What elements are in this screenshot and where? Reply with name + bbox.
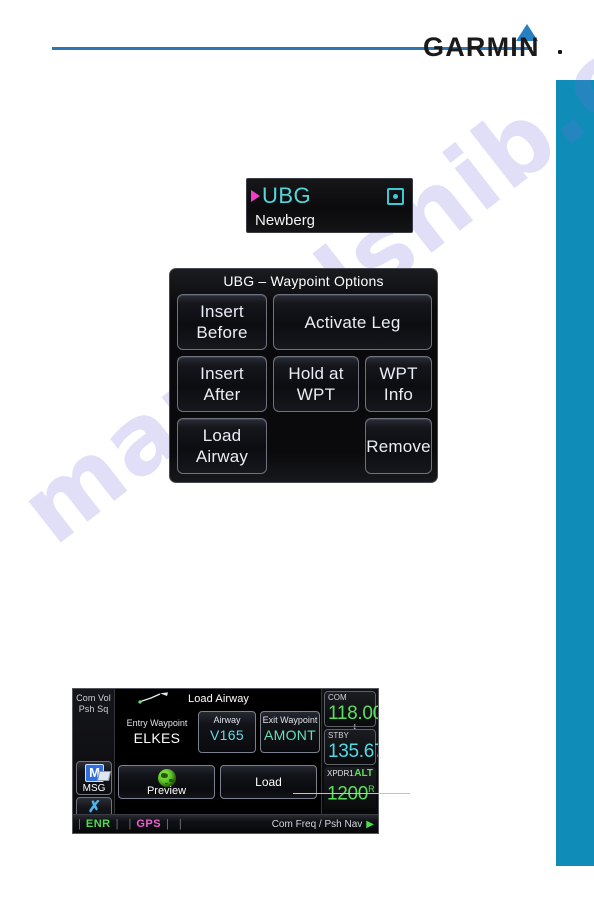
com-tag: COM bbox=[328, 693, 347, 702]
status-sep-5: | bbox=[178, 818, 182, 830]
preview-button[interactable]: Preview bbox=[118, 765, 215, 799]
wpt-info-line2: Info bbox=[383, 385, 414, 404]
load-airway-main: Load Airway Entry Waypoint ELKES Airway … bbox=[116, 689, 321, 814]
com-volume-knob-label: Com Vol Psh Sq bbox=[73, 689, 114, 715]
waypoint-arrow-icon bbox=[251, 190, 260, 202]
com-frequency-value: 118.00 bbox=[328, 703, 379, 724]
com-vol-line1: Com Vol bbox=[76, 693, 111, 703]
insert-before-line2: Before bbox=[196, 323, 248, 342]
airway-route-icon bbox=[138, 692, 168, 704]
message-page-icon bbox=[96, 771, 112, 781]
exit-waypoint-label: Exit Waypoint bbox=[262, 715, 318, 725]
garmin-wordmark: GARMIN bbox=[423, 32, 540, 62]
entry-waypoint-value: ELKES bbox=[133, 730, 181, 746]
waypoint-options-popup: UBG – Waypoint Options Insert Before Act… bbox=[169, 268, 438, 483]
garmin-logo-dot bbox=[558, 50, 562, 54]
xpdr-tag: XPDR1 bbox=[327, 769, 354, 778]
airway-label: Airway bbox=[213, 715, 241, 725]
status-sep-3: | bbox=[128, 818, 132, 830]
wpt-info-line1: WPT bbox=[379, 364, 418, 383]
nav-source-indicator: GPS bbox=[136, 818, 162, 830]
garmin-logo: GARMIN bbox=[423, 24, 563, 62]
status-sep-4: | bbox=[166, 818, 169, 830]
activate-leg-button[interactable]: Activate Leg bbox=[273, 294, 432, 350]
load-airway-line1: Load bbox=[202, 426, 242, 445]
msg-button[interactable]: M MSG bbox=[76, 761, 112, 795]
load-airway-button[interactable]: Load Airway bbox=[177, 418, 267, 474]
remove-label: Remove bbox=[366, 436, 431, 456]
waypoint-ident: UBG bbox=[262, 183, 312, 208]
transponder-panel[interactable]: XPDR1 ALT 1200R bbox=[324, 767, 376, 809]
waypoint-banner[interactable]: UBG Newberg bbox=[246, 178, 413, 233]
xpdr-code-row: 1200R bbox=[327, 779, 375, 804]
insert-after-line1: Insert bbox=[200, 364, 244, 383]
gtn-left-rail: Com Vol Psh Sq M MSG ✗ Cancel bbox=[73, 689, 115, 833]
msg-button-label: MSG bbox=[82, 783, 106, 794]
com-vol-line2: Psh Sq bbox=[78, 704, 109, 714]
airway-value: V165 bbox=[210, 727, 244, 743]
com-standby-frequency[interactable]: STBY 135.67 bbox=[324, 729, 379, 765]
load-airway-line2: Airway bbox=[195, 447, 249, 466]
knob-hint-arrow-icon: ▶ bbox=[366, 818, 374, 830]
exit-waypoint-field[interactable]: Exit Waypoint AMONT bbox=[260, 711, 320, 753]
exit-waypoint-value: AMONT bbox=[263, 727, 317, 743]
knob-function-hint: Com Freq / Psh Nav bbox=[271, 818, 363, 830]
transponder-header: XPDR1 ALT bbox=[327, 768, 373, 779]
waypoint-options-title: UBG – Waypoint Options bbox=[223, 273, 384, 289]
hold-at-wpt-button[interactable]: Hold at WPT bbox=[273, 356, 359, 412]
hold-at-wpt-line2: WPT bbox=[296, 385, 336, 404]
wpt-info-button[interactable]: WPT Info bbox=[365, 356, 432, 412]
stby-frequency-value: 135.67 bbox=[328, 741, 379, 762]
waypoint-options-button-grid: Insert Before Activate Leg Insert After … bbox=[175, 292, 432, 478]
status-sep-1: | bbox=[78, 818, 81, 830]
insert-before-line1: Insert bbox=[200, 302, 244, 321]
xpdr-mode: ALT bbox=[354, 768, 373, 779]
airway-fields-row: Entry Waypoint ELKES Airway V165 Exit Wa… bbox=[116, 711, 321, 759]
status-sep-2: | bbox=[115, 818, 119, 830]
callout-leader-line bbox=[293, 793, 410, 794]
screen-title-row: Load Airway bbox=[116, 689, 321, 706]
entry-waypoint-label: Entry Waypoint bbox=[126, 718, 188, 728]
preview-button-label: Preview bbox=[146, 785, 187, 797]
waypoint-ident-row: UBG bbox=[251, 182, 404, 210]
insert-after-line2: After bbox=[203, 385, 241, 404]
activate-leg-label: Activate Leg bbox=[304, 312, 401, 332]
load-airway-screen: Com Vol Psh Sq M MSG ✗ Cancel Load Airwa… bbox=[72, 688, 379, 834]
flight-phase-indicator: ENR bbox=[85, 818, 111, 830]
insert-before-button[interactable]: Insert Before bbox=[177, 294, 267, 350]
waypoint-name: Newberg bbox=[255, 212, 316, 229]
page-side-tab bbox=[556, 80, 594, 866]
hold-at-wpt-line1: Hold at bbox=[288, 364, 344, 383]
airway-field[interactable]: Airway V165 bbox=[198, 711, 256, 753]
radio-stack: COM 118.00 ↕ STBY 135.67 XPDR1 ALT 1200R bbox=[321, 689, 378, 814]
screen-title: Load Airway bbox=[187, 693, 250, 705]
airway-actions-row: Preview Load bbox=[116, 765, 321, 805]
vor-icon bbox=[387, 187, 404, 205]
insert-after-button[interactable]: Insert After bbox=[177, 356, 267, 412]
status-bar: | ENR | | GPS | | Com Freq / Psh Nav ▶ bbox=[73, 814, 378, 833]
stby-tag: STBY bbox=[328, 731, 349, 740]
remove-button[interactable]: Remove bbox=[365, 418, 432, 474]
com-active-frequency[interactable]: COM 118.00 ↕ bbox=[324, 691, 379, 731]
entry-waypoint-field[interactable]: Entry Waypoint ELKES bbox=[118, 717, 196, 747]
